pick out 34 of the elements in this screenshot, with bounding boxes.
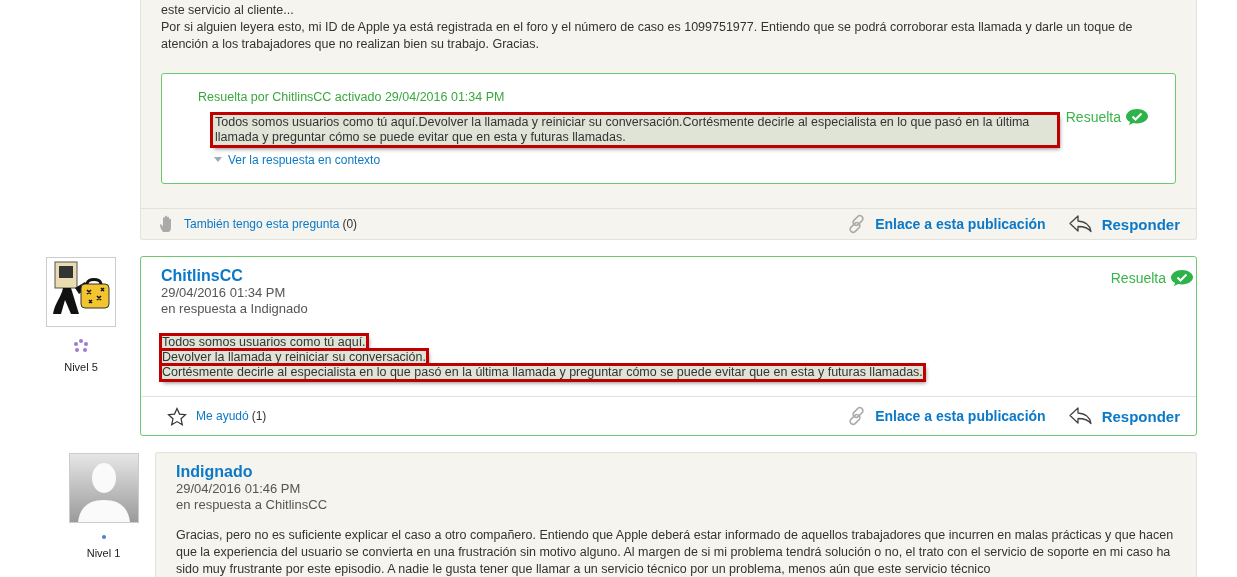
reply-to-text: en respuesta a Indignado [161,301,308,317]
reply-link[interactable]: Responder [1101,407,1180,425]
post-date: 29/04/2016 01:46 PM [176,481,302,497]
vote-link[interactable]: También tengo esta pregunta [184,217,340,231]
post-paragraph: Por si alguien leyera esto, mi ID de Apple ya está registrada en el foro y el número de caso es 1099751977. Entiendo que se podrá corroborar esta llamada y darle un toque de atención a los trabajadores que no realizan bien su trabajo. Gracias. [161,19,1134,53]
reply-to-text: en respuesta a ChitlinsCC [176,497,328,513]
context-link[interactable]: Ver la respuesta en contexto [228,153,381,167]
solved-by-text: Resuelta por ChitlinsCC activado 29/04/2016 01:34 PM [198,90,506,104]
vote-count: (1) [251,409,267,423]
solved-label: Resuelta [1110,270,1166,286]
caret-icon [214,157,222,163]
highlighted-text: Cortésmente decirle al especialista en lo que pasó en la última llamada y preguntar cómo se puede evitar que en esta y futuras llamadas. [161,365,924,380]
reply-arrow-icon [1067,214,1094,234]
star-icon [167,406,187,426]
highlighted-text: Todos somos usuarios como tú aquí.Devolver la llamada y reiniciar su conversación.Cortésmente decirle al especialista en lo que pasó en la última llamada y preguntar cómo se puede evitar que en esta y futuras llamadas. [212,114,1058,146]
author-link[interactable]: Indignado [176,463,253,481]
vote-count: (0) [342,217,358,231]
post-date: 29/04/2016 01:34 PM [161,285,287,301]
level-dot-icon [101,535,106,539]
author-link[interactable]: ChitlinsCC [161,267,243,285]
user-level: Nivel 1 [86,547,121,559]
level-dots-icon [73,339,89,353]
user-level: Nivel 5 [64,361,98,373]
post-paragraph: Gracias, pero no es suficiente explicar el caso a otro compañero. Entiendo que Apple deberá estar informado de aquellos trabajadores que incurren en malas prácticas y que hacen que la experiencia del usuario se convierta en una frustración sin motivo alguno. Al margen de si mi problema tendrá solución o no, el trato con el servicio de soporte en mi caso ha sido muy frustrante por este episodio. A nadie le gusta tener que llamar a un servicio técnico por un problema, menos aún que este servicio técnico [176,527,1175,577]
vote-link[interactable]: Me ayudó [196,409,249,423]
check-bubble-icon [1125,108,1149,126]
check-bubble-icon [1170,269,1194,287]
reply-arrow-icon [1067,406,1094,426]
person-silhouette-icon [69,454,138,522]
reply-link[interactable]: Responder [1101,215,1180,233]
solved-label: Resuelta [1065,109,1121,125]
post-paragraph: este servicio al cliente... [161,2,295,19]
permalink-link[interactable]: Enlace a esta publicación [875,216,1046,232]
permalink-link[interactable]: Enlace a esta publicación [875,408,1046,424]
